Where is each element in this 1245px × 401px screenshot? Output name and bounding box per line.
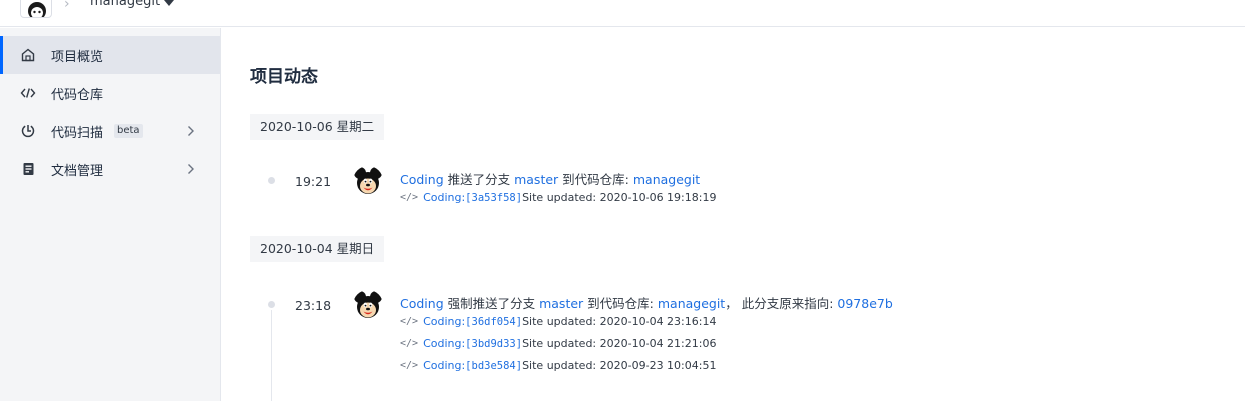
sidebar-item-label: 文档管理: [51, 164, 104, 179]
commit-sha-link[interactable]: [3bd9d33]: [465, 338, 522, 350]
commit-item: </> Coding: [3bd9d33] Site updated: 2020-1…: [400, 337, 716, 350]
repo-link[interactable]: managegit: [633, 172, 700, 187]
project-name: managegit: [90, 0, 161, 9]
branch-link[interactable]: master: [514, 172, 558, 187]
user-link[interactable]: Coding: [400, 172, 444, 187]
sidebar-item-code-scan[interactable]: 代码扫描 beta: [0, 112, 220, 150]
code-icon: </>: [400, 192, 419, 203]
timeline-dot: [268, 177, 275, 184]
code-icon: [20, 85, 36, 101]
breadcrumb-separator: ›: [64, 0, 70, 12]
date-header: 2020-10-06 星期二: [250, 114, 385, 140]
timeline-dot: [268, 301, 275, 308]
previous-pointer-text: ， 此分支原来指向:: [725, 296, 838, 311]
top-bar: › managegit: [0, 0, 1245, 27]
to-repo-text: 到代码仓库:: [583, 296, 658, 311]
commit-repo-link[interactable]: Coding:: [423, 337, 465, 350]
sidebar-item-label: 代码扫描: [51, 126, 104, 141]
scan-icon: [20, 123, 36, 139]
commit-message: Site updated: 2020-09-23 10:04:51: [522, 359, 717, 372]
commit-sha-link[interactable]: [3a53f58]: [465, 192, 522, 204]
code-icon: </>: [400, 316, 419, 327]
user-avatar[interactable]: [353, 166, 383, 196]
sidebar: 项目概览 代码仓库 代码扫描 beta 文档管理: [0, 28, 221, 401]
beta-badge: beta: [114, 124, 143, 138]
commit-repo-link[interactable]: Coding:: [423, 359, 465, 372]
sidebar-item-label: 代码仓库: [51, 88, 104, 103]
sidebar-item-docs[interactable]: 文档管理: [0, 150, 220, 188]
chevron-right-icon: [186, 123, 196, 139]
document-icon: [20, 161, 36, 177]
sidebar-item-code-repo[interactable]: 代码仓库: [0, 74, 220, 112]
commit-sha-link[interactable]: [36df054]: [465, 316, 522, 328]
user-avatar[interactable]: [353, 290, 383, 320]
event-time: 23:18: [295, 298, 332, 313]
project-switcher[interactable]: managegit: [90, 0, 175, 9]
mickey-avatar-icon: [354, 291, 382, 318]
user-link[interactable]: Coding: [400, 296, 444, 311]
main-content: 项目动态 2020-10-06 星期二: [221, 28, 1245, 401]
commit-item: </> Coding: [36df054] Site updated: 2020-1…: [400, 315, 716, 328]
sidebar-item-overview[interactable]: 项目概览: [0, 36, 220, 74]
mickey-avatar-icon: [354, 167, 382, 194]
previous-commit-link[interactable]: 0978e7b: [837, 296, 892, 311]
timeline-line: [271, 310, 272, 401]
date-header: 2020-10-04 星期日: [250, 236, 385, 262]
commit-repo-link[interactable]: Coding:: [423, 191, 465, 204]
event-time: 19:21: [295, 174, 332, 189]
commit-item: </> Coding: [bd3e584] Site updated: 2020-0…: [400, 359, 716, 372]
mascot-icon: [28, 2, 46, 17]
page-title: 项目动态: [250, 67, 318, 87]
commit-message: Site updated: 2020-10-06 19:18:19: [522, 191, 717, 204]
chevron-right-icon: [186, 161, 196, 177]
action-text: 强制推送了分支: [443, 296, 540, 311]
to-repo-text: 到代码仓库:: [558, 172, 633, 187]
event-description: Coding 强制推送了分支 master 到代码仓库: managegit， …: [400, 293, 893, 312]
commit-repo-link[interactable]: Coding:: [423, 315, 465, 328]
home-icon: [20, 47, 36, 63]
commit-message: Site updated: 2020-10-04 23:16:14: [522, 315, 717, 328]
code-icon: </>: [400, 338, 419, 349]
team-avatar[interactable]: [20, 0, 52, 18]
event-description: Coding 推送了分支 master 到代码仓库: managegit: [400, 169, 700, 188]
action-text: 推送了分支: [443, 172, 515, 187]
commit-item: </> Coding: [3a53f58] Site updated: 2020-1…: [400, 191, 716, 204]
sidebar-item-label: 项目概览: [51, 50, 104, 65]
caret-down-icon: [164, 0, 175, 6]
repo-link[interactable]: managegit: [658, 296, 725, 311]
commit-sha-link[interactable]: [bd3e584]: [465, 360, 522, 372]
branch-link[interactable]: master: [539, 296, 583, 311]
commit-message: Site updated: 2020-10-04 21:21:06: [522, 337, 717, 350]
code-icon: </>: [400, 360, 419, 371]
